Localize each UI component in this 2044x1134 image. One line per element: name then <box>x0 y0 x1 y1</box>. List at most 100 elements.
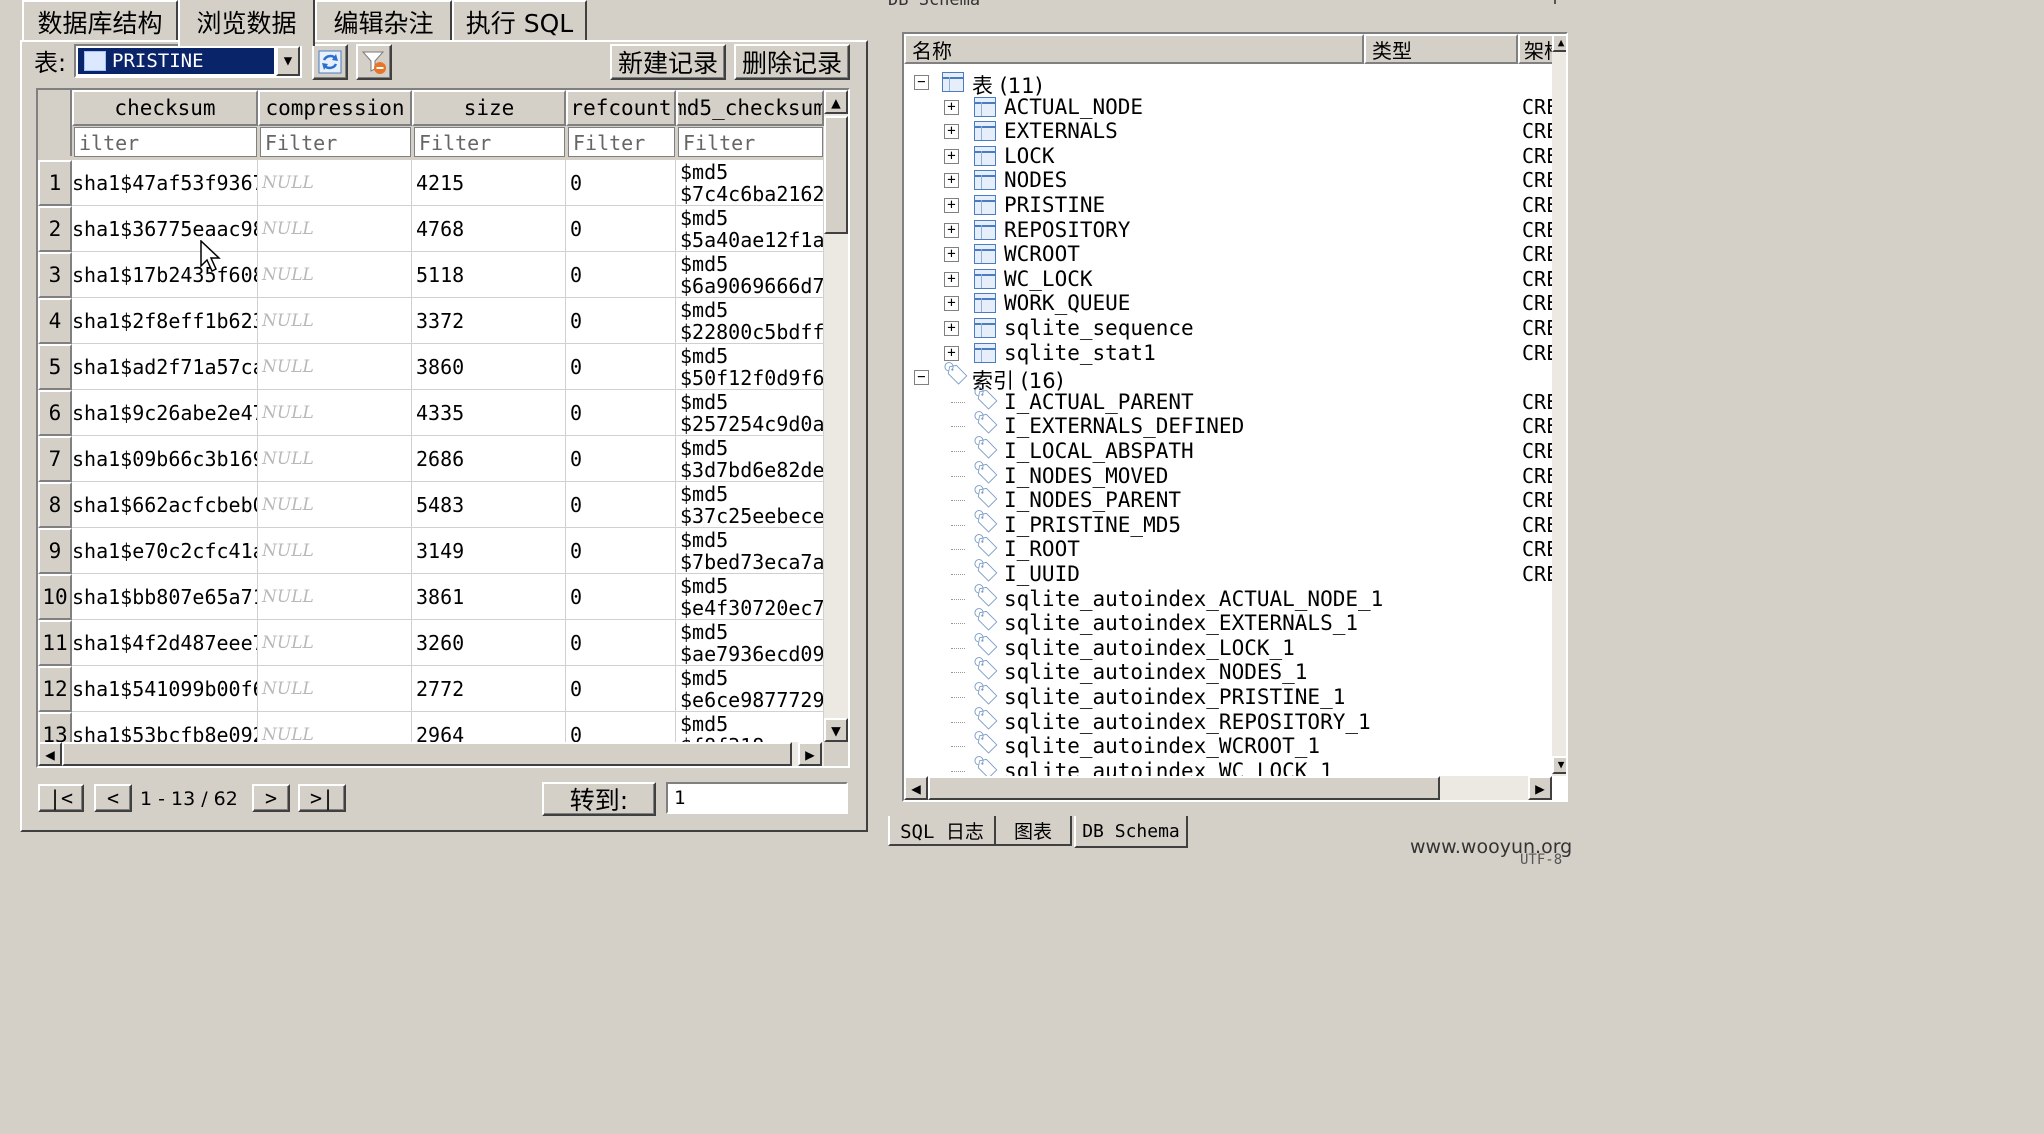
scroll-up-button[interactable]: ▲ <box>824 90 848 114</box>
tab-execute-sql[interactable]: 执行 SQL <box>452 0 587 42</box>
cell-md5-checksum[interactable]: $md5$6a9069666d7d… <box>676 252 824 298</box>
row-header[interactable]: 5 <box>38 344 72 390</box>
cell-size[interactable]: 4215 <box>412 160 566 206</box>
cell-size[interactable]: 3860 <box>412 344 566 390</box>
last-page-button[interactable]: >| <box>298 784 346 812</box>
collapse-icon[interactable]: − <box>914 75 929 90</box>
filter-input-md5-checksum[interactable]: Filter <box>678 127 823 157</box>
scroll-left-button[interactable]: ◀ <box>38 742 62 766</box>
schema-scroll-down-button[interactable]: ▼ <box>1552 756 1566 774</box>
row-header[interactable]: 11 <box>38 620 72 666</box>
goto-input[interactable]: 1 <box>666 782 848 814</box>
cell-refcount[interactable]: 0 <box>566 298 676 344</box>
cell-md5-checksum[interactable]: $md5$7c4c6ba21620… <box>676 160 824 206</box>
expand-icon[interactable]: + <box>944 148 959 164</box>
tab-db-structure[interactable]: 数据库结构 <box>22 0 178 42</box>
tab-chart[interactable]: 图表 <box>996 816 1072 846</box>
table-select[interactable]: PRISTINE ▼ <box>74 44 302 78</box>
row-header[interactable]: 7 <box>38 436 72 482</box>
schema-hscroll-thumb[interactable] <box>928 776 1440 800</box>
cell-checksum[interactable]: sha1$09b66c3b169c… <box>72 436 258 482</box>
cell-md5-checksum[interactable]: $md5$7bed73eca7a1… <box>676 528 824 574</box>
schema-horizontal-scrollbar[interactable]: ◀ ▶ <box>904 776 1552 800</box>
cell-size[interactable]: 5483 <box>412 482 566 528</box>
column-header-md5-checksum[interactable]: md5_checksum <box>676 90 824 126</box>
cell-md5-checksum[interactable]: $md5$3d7bd6e82de1… <box>676 436 824 482</box>
cell-size[interactable]: 3372 <box>412 298 566 344</box>
cell-refcount[interactable]: 0 <box>566 344 676 390</box>
cell-compression[interactable]: NULL <box>258 574 412 620</box>
grid-horizontal-scrollbar[interactable]: ◀ ▶ <box>38 742 824 766</box>
row-header[interactable]: 6 <box>38 390 72 436</box>
expand-icon[interactable]: + <box>944 321 959 336</box>
column-header-checksum[interactable]: checksum <box>72 90 258 126</box>
collapse-icon[interactable]: − <box>914 370 929 386</box>
cell-checksum[interactable]: sha1$2f8eff1b6236… <box>72 298 258 344</box>
filter-input-size[interactable]: Filter <box>414 127 565 157</box>
cell-compression[interactable]: NULL <box>258 666 412 712</box>
dropdown-arrow-button[interactable]: ▼ <box>276 46 300 76</box>
expand-icon[interactable]: + <box>944 345 959 361</box>
cell-md5-checksum[interactable]: $md5$e4f30720ec72… <box>676 574 824 620</box>
schema-col-name[interactable]: 名称 <box>904 34 1364 64</box>
cell-size[interactable]: 4768 <box>412 206 566 252</box>
cell-md5-checksum[interactable]: $md5$50f12f0d9f68… <box>676 344 824 390</box>
cell-refcount[interactable]: 0 <box>566 160 676 206</box>
cell-md5-checksum[interactable]: $md5$22800c5bdff6… <box>676 298 824 344</box>
cell-refcount[interactable]: 0 <box>566 206 676 252</box>
tab-browse-data[interactable]: 浏览数据 <box>178 0 315 46</box>
cell-refcount[interactable]: 0 <box>566 436 676 482</box>
cell-md5-checksum[interactable]: $md5$37c25eebece0… <box>676 482 824 528</box>
expand-icon[interactable]: + <box>944 222 959 238</box>
schema-vertical-scrollbar[interactable]: ▲ ▼ <box>1552 34 1566 776</box>
cell-compression[interactable]: NULL <box>258 252 412 298</box>
cell-compression[interactable]: NULL <box>258 344 412 390</box>
delete-record-button[interactable]: 删除记录 <box>734 44 850 80</box>
clear-filter-button[interactable] <box>356 44 392 80</box>
cell-checksum[interactable]: sha1$4f2d487eee71… <box>72 620 258 666</box>
scroll-down-button[interactable]: ▼ <box>824 718 848 742</box>
cell-size[interactable]: 3861 <box>412 574 566 620</box>
cell-checksum[interactable]: sha1$bb807e65a718… <box>72 574 258 620</box>
cell-compression[interactable]: NULL <box>258 390 412 436</box>
cell-size[interactable]: 3149 <box>412 528 566 574</box>
cell-compression[interactable]: NULL <box>258 482 412 528</box>
next-page-button[interactable]: > <box>252 784 290 812</box>
cell-compression[interactable]: NULL <box>258 620 412 666</box>
cell-size[interactable]: 3260 <box>412 620 566 666</box>
cell-compression[interactable]: NULL <box>258 528 412 574</box>
first-page-button[interactable]: |< <box>38 784 84 812</box>
expand-icon[interactable]: + <box>944 271 959 287</box>
cell-checksum[interactable]: sha1$e70c2cfc41ab… <box>72 528 258 574</box>
cell-md5-checksum[interactable]: $md5$257254c9d0a8… <box>676 390 824 436</box>
cell-checksum[interactable]: sha1$17b2435f6084… <box>72 252 258 298</box>
grid-vertical-scrollbar[interactable]: ▲ ▼ <box>824 90 848 742</box>
cell-md5-checksum[interactable]: $md5$ae7936ecd09f… <box>676 620 824 666</box>
column-header-refcount[interactable]: refcount <box>566 90 676 126</box>
scroll-right-button[interactable]: ▶ <box>798 742 822 766</box>
schema-scroll-up-button[interactable]: ▲ <box>1552 34 1566 52</box>
expand-icon[interactable]: + <box>944 99 959 115</box>
cell-checksum[interactable]: sha1$541099b00f6c… <box>72 666 258 712</box>
cell-refcount[interactable]: 0 <box>566 574 676 620</box>
cell-md5-checksum[interactable]: $md5$5a40ae12f1a0… <box>676 206 824 252</box>
cell-size[interactable]: 5118 <box>412 252 566 298</box>
cell-checksum[interactable]: sha1$9c26abe2e479… <box>72 390 258 436</box>
expand-icon[interactable]: + <box>944 173 959 189</box>
expand-icon[interactable]: + <box>944 296 959 312</box>
expand-icon[interactable]: + <box>944 124 959 140</box>
schema-col-type[interactable]: 类型 <box>1364 34 1518 64</box>
row-header[interactable]: 4 <box>38 298 72 344</box>
cell-refcount[interactable]: 0 <box>566 620 676 666</box>
expand-icon[interactable]: + <box>944 247 959 263</box>
cell-refcount[interactable]: 0 <box>566 252 676 298</box>
cell-checksum[interactable]: sha1$662acfcbeb06… <box>72 482 258 528</box>
cell-md5-checksum[interactable]: $md5$e6ce98777290… <box>676 666 824 712</box>
new-record-button[interactable]: 新建记录 <box>610 44 726 80</box>
cell-size[interactable]: 2686 <box>412 436 566 482</box>
scroll-thumb[interactable] <box>824 116 848 234</box>
filter-input-compression[interactable]: Filter <box>260 127 411 157</box>
cell-refcount[interactable]: 0 <box>566 390 676 436</box>
cell-compression[interactable]: NULL <box>258 160 412 206</box>
cell-compression[interactable]: NULL <box>258 206 412 252</box>
